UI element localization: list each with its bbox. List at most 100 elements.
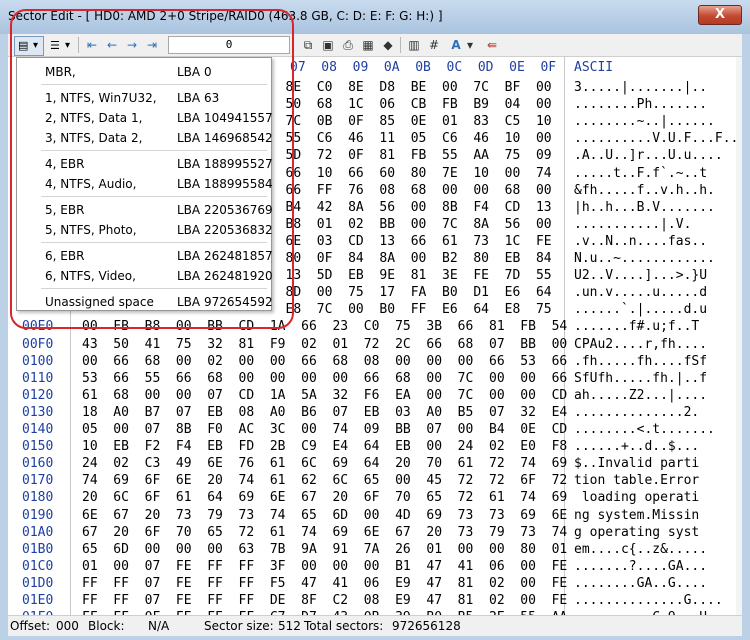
row-ascii[interactable]: ........<.t....... [574, 421, 715, 438]
row-ascii[interactable]: ah.....Z2...|.... [574, 387, 707, 404]
row-ascii[interactable]: SfUfh.....fh.|..f [574, 370, 707, 387]
row-ascii[interactable]: .v..N..n....fas.. [574, 233, 707, 250]
last-sector-icon[interactable]: ⇥ [144, 37, 160, 53]
row-ascii[interactable]: loading operati [574, 489, 699, 506]
ascii-header: ASCII [574, 60, 614, 75]
row-ascii[interactable]: |h..h...B.V....... [574, 199, 715, 216]
status-bar: Offset: 000 Block: N/A Sector size: 512 … [8, 615, 742, 636]
row-ascii[interactable]: ..............G.... [574, 592, 723, 609]
close-button[interactable]: X [698, 5, 742, 25]
row-ascii[interactable]: &fh.....f..v.h..h. [574, 182, 715, 199]
row-hex-bytes[interactable]: 74 69 6F 6E 20 74 61 62 6C 65 00 45 72 7… [82, 472, 567, 489]
row-ascii[interactable]: .......f#.u;f..T [574, 318, 699, 335]
row-hex-bytes[interactable]: 00 FB B8 00 BB CD 1A 66 23 C0 75 3B 66 8… [82, 318, 567, 335]
table-row: 0170 74 69 6F 6E 20 74 61 62 6C 65 00 45 … [8, 472, 736, 489]
title-bar: Sector Edit - [ HD0: AMD 2+0 Stripe/RAID… [0, 0, 750, 34]
menu-item[interactable]: 5, NTFS, Photo, LBA 220536832 [17, 220, 273, 240]
row-hex-bytes[interactable]: 67 20 6F 70 65 72 61 74 69 6E 67 20 73 7… [82, 524, 567, 541]
row-hex-bytes[interactable]: 05 00 07 8B F0 AC 3C 00 74 09 BB 07 00 B… [82, 421, 567, 438]
row-ascii[interactable]: N.u..~............ [574, 250, 715, 267]
row-hex-bytes[interactable]: 65 6D 00 00 00 63 7B 9A 91 7A 26 01 00 0… [82, 541, 567, 558]
row-hex-bytes[interactable]: 18 A0 B7 07 EB 08 A0 B6 07 EB 03 A0 B5 0… [82, 404, 567, 421]
row-offset: 0120 [22, 387, 54, 403]
row-ascii[interactable]: U2..V....]...>.}U [574, 267, 707, 284]
row-hex-bytes[interactable]: 24 02 C3 49 6E 76 61 6C 69 64 20 70 61 7… [82, 455, 567, 472]
save-icon[interactable]: ▣ [320, 37, 336, 53]
row-ascii[interactable]: ng system.Missin [574, 507, 699, 524]
partition-dropdown-button[interactable]: ▤ ▾ [14, 36, 44, 56]
row-ascii[interactable]: ......+..d..$... [574, 438, 699, 455]
menu-item-label: Unassigned space [45, 295, 154, 309]
row-ascii[interactable]: .......?....GA... [574, 558, 707, 575]
row-hex-bytes[interactable]: FF FF 07 FE FF FF F5 47 41 06 E9 47 81 0… [82, 575, 567, 592]
table-row: 01C0 01 00 07 FE FF FF 3F 00 00 00 B1 47 … [8, 558, 736, 575]
menu-item-lba: LBA 220536769 [177, 203, 273, 217]
menu-item[interactable]: MBR, LBA 0 [17, 62, 271, 82]
row-ascii[interactable]: CPAu2....r,fh.... [574, 336, 707, 353]
menu-item[interactable]: 4, NTFS, Audio, LBA 188995584 [17, 174, 273, 194]
restore-icon[interactable]: ◆ [380, 37, 396, 53]
row-ascii[interactable]: 3.....|.......|.. [574, 79, 707, 96]
menu-item[interactable]: 6, NTFS, Video, LBA 262481920 [17, 266, 273, 286]
menu-item[interactable]: 3, NTFS, Data 2, LBA 146968542 [17, 128, 273, 148]
menu-item[interactable]: 1, NTFS, Win7U32, LBA 63 [17, 88, 271, 108]
table-row: 0160 24 02 C3 49 6E 76 61 6C 69 64 20 70 … [8, 455, 736, 472]
row-hex-bytes[interactable]: 00 66 68 00 02 00 00 66 68 08 00 00 00 6… [82, 353, 567, 370]
block-label: Block: [88, 619, 125, 633]
print-icon[interactable]: ⎙ [340, 37, 356, 53]
row-ascii[interactable]: ......`.|.....d.u [574, 301, 707, 318]
view-dropdown-button[interactable]: ☰ ▾ [46, 36, 76, 56]
row-ascii[interactable]: g operating syst [574, 524, 699, 541]
row-ascii[interactable]: .fh.....fh....fSf [574, 353, 707, 370]
offset-label: Offset: [10, 619, 51, 633]
menu-separator [41, 84, 267, 85]
row-offset: 01C0 [22, 558, 54, 574]
menu-separator [41, 288, 267, 289]
menu-item[interactable]: 5, EBR LBA 220536769 [17, 200, 273, 220]
menu-item[interactable]: 6, EBR LBA 262481857 [17, 246, 273, 266]
menu-item-lba: LBA 262481857 [177, 249, 273, 263]
row-ascii[interactable]: em....c{..z&..... [574, 541, 707, 558]
calculator-icon[interactable]: ▥ [406, 37, 422, 53]
row-hex-bytes[interactable]: 20 6C 6F 61 64 69 6E 67 20 6F 70 65 72 6… [82, 489, 567, 506]
chevron-down-icon: ▾ [65, 40, 71, 51]
chevron-down-icon[interactable]: ▾ [462, 37, 478, 53]
row-ascii[interactable]: ........Ph....... [574, 96, 707, 113]
first-sector-icon[interactable]: ⇤ [84, 37, 100, 53]
row-ascii[interactable]: tion table.Error [574, 472, 699, 489]
menu-item-label: 3, NTFS, Data 2, [45, 131, 143, 145]
table-row: 0130 18 A0 B7 07 EB 08 A0 B6 07 EB 03 A0 … [8, 404, 736, 421]
menu-item-lba: LBA 0 [177, 65, 212, 79]
row-hex-bytes[interactable]: 61 68 00 00 07 CD 1A 5A 32 F6 EA 00 7C 0… [82, 387, 567, 404]
row-hex-bytes[interactable]: 53 66 55 66 68 00 00 00 00 66 68 00 7C 0… [82, 370, 567, 387]
row-ascii[interactable]: ..............2. [574, 404, 699, 421]
prev-sector-icon[interactable]: ← [104, 37, 120, 53]
row-offset: 0190 [22, 507, 54, 523]
row-ascii[interactable]: ...........|.V. [574, 216, 691, 233]
row-ascii[interactable]: ........~..|...... [574, 113, 715, 130]
checksum-icon[interactable]: # [426, 37, 442, 53]
row-hex-bytes[interactable]: 01 00 07 FE FF FF 3F 00 00 00 B1 47 41 0… [82, 558, 567, 575]
row-hex-bytes[interactable]: 43 50 41 75 32 81 F9 02 01 72 2C 66 68 0… [82, 336, 567, 353]
sector-number-input[interactable]: 0 [168, 36, 290, 54]
backup-icon[interactable]: ▦ [360, 37, 376, 53]
next-sector-icon[interactable]: → [124, 37, 140, 53]
copy-icon[interactable]: ⧉ [300, 37, 316, 53]
row-hex-bytes[interactable]: 6E 67 20 73 79 73 74 65 6D 00 4D 69 73 7… [82, 507, 567, 524]
row-ascii[interactable]: .un.v.....u.....d [574, 284, 707, 301]
row-ascii[interactable]: $..Invalid parti [574, 455, 699, 472]
row-ascii[interactable]: ........GA..G.... [574, 575, 707, 592]
row-hex-bytes[interactable]: FF FF 07 FE FF FF DE 8F C2 08 E9 47 81 0… [82, 592, 567, 609]
row-offset: 01A0 [22, 524, 54, 540]
menu-separator [41, 242, 267, 243]
exit-icon[interactable]: ⇚ [484, 37, 500, 53]
row-hex-bytes[interactable]: 10 EB F2 F4 EB FD 2B C9 E4 64 EB 00 24 0… [82, 438, 567, 455]
menu-item[interactable]: 2, NTFS, Data 1, LBA 104941557 [17, 108, 273, 128]
row-ascii[interactable]: ..........V.U.F...F.. [574, 130, 738, 147]
row-ascii[interactable]: .....t..F.f`.~..t [574, 165, 707, 182]
row-offset: 00F0 [22, 336, 54, 352]
menu-item-label: 5, EBR [45, 203, 85, 217]
menu-item[interactable]: Unassigned space LBA 972654592 [17, 292, 273, 312]
menu-item[interactable]: 4, EBR LBA 188995527 [17, 154, 273, 174]
row-ascii[interactable]: .A..U..]r...U.u.... [574, 147, 723, 164]
